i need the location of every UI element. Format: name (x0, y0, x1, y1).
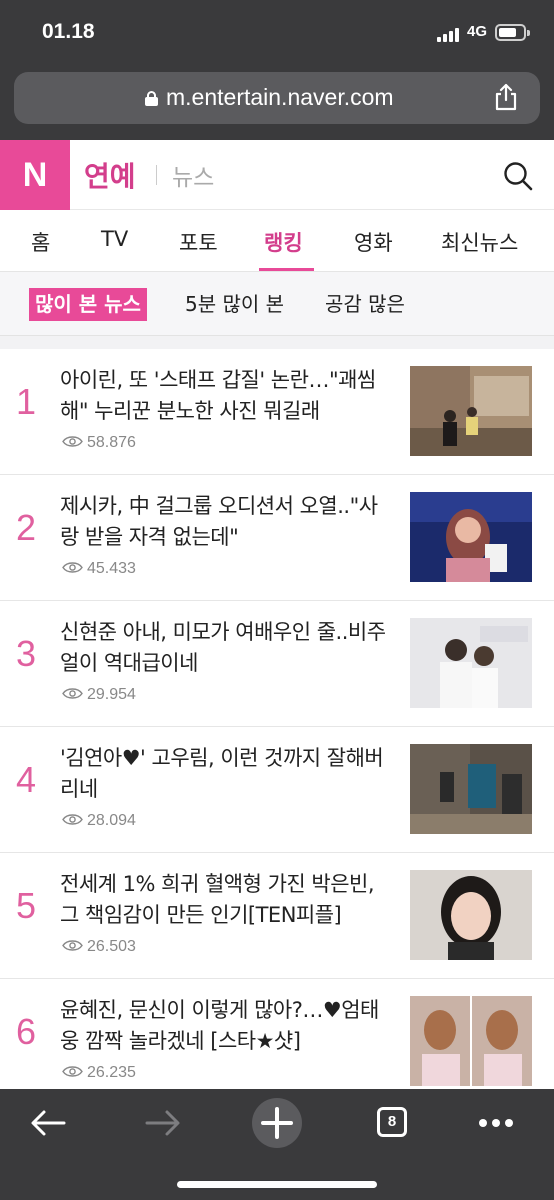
list-item[interactable]: 5 전세계 1% 희귀 혈액형 가진 박은빈, 그 책임감이 만든 인기[TEN… (0, 853, 554, 979)
article-title[interactable]: 신현준 아내, 미모가 여배우인 줄..비주얼이 역대급이네 (60, 617, 390, 679)
article-thumbnail[interactable] (410, 618, 532, 708)
eye-icon (62, 1066, 83, 1077)
filter-5min-most-viewed[interactable]: 5분 많이 본 (185, 288, 284, 321)
section-gap (0, 336, 554, 349)
thumbnail-photo (410, 744, 532, 834)
section-title[interactable]: 연예 (84, 155, 136, 195)
tab-tv[interactable]: TV (101, 227, 128, 251)
article-thumbnail[interactable] (410, 492, 532, 582)
view-count-value: 26.235 (87, 1064, 136, 1081)
eye-icon (62, 940, 83, 951)
naver-logo[interactable]: N (0, 140, 70, 210)
rank-number: 2 (16, 507, 37, 548)
share-icon[interactable] (493, 83, 519, 111)
site-header: N 연예 뉴스 (0, 140, 554, 210)
rank-number: 4 (16, 759, 37, 800)
article-title[interactable]: 아이린, 또 '스태프 갑질' 논란…"괘씸해" 누리꾼 분노한 사진 뭐길래 (60, 365, 390, 427)
filter-most-reactions[interactable]: 공감 많은 (325, 288, 405, 321)
article-thumbnail[interactable] (410, 366, 532, 456)
view-count-value: 29.954 (87, 686, 136, 703)
tab-latest-news[interactable]: 최신뉴스 (441, 227, 518, 257)
battery-icon (495, 24, 530, 41)
network-type: 4G (467, 23, 488, 40)
tab-home[interactable]: 홈 (31, 227, 50, 257)
view-count: 26.235 (62, 1064, 136, 1082)
tab-ranking[interactable]: 랭킹 (264, 227, 303, 257)
eye-icon (62, 688, 83, 699)
browser-toolbar: 8 (0, 1089, 554, 1200)
list-item[interactable]: 1 아이린, 또 '스태프 갑질' 논란…"괘씸해" 누리꾼 분노한 사진 뭐길… (0, 349, 554, 475)
eye-icon (62, 562, 83, 573)
category-tabs: 홈 TV 포토 랭킹 영화 최신뉴스 (0, 210, 554, 272)
tab-movie[interactable]: 영화 (354, 227, 393, 257)
ranking-filters: 많이 본 뉴스 5분 많이 본 공감 많은 (0, 272, 554, 336)
rank-number: 5 (16, 885, 37, 926)
subsection-title[interactable]: 뉴스 (172, 158, 214, 192)
article-thumbnail[interactable] (410, 744, 532, 834)
view-count-value: 58.876 (87, 434, 136, 451)
forward-arrow-icon[interactable] (137, 1101, 187, 1145)
view-count: 45.433 (62, 560, 136, 578)
lock-icon (145, 91, 158, 106)
view-count: 58.876 (62, 434, 136, 452)
article-title[interactable]: 윤혜진, 문신이 이렇게 많아?…♥엄태웅 깜짝 놀라겠네 [스타★샷] (60, 995, 390, 1057)
eye-icon (62, 436, 83, 447)
active-tab-indicator (259, 268, 314, 271)
home-indicator (177, 1181, 377, 1188)
list-item[interactable]: 3 신현준 아내, 미모가 여배우인 줄..비주얼이 역대급이네 29.954 (0, 601, 554, 727)
thumbnail-photo (410, 996, 532, 1086)
rank-number: 1 (16, 381, 37, 422)
ranking-list: 1 아이린, 또 '스태프 갑질' 논란…"괘씸해" 누리꾼 분노한 사진 뭐길… (0, 349, 554, 1089)
rank-number: 6 (16, 1011, 37, 1052)
article-thumbnail[interactable] (410, 996, 532, 1086)
view-count-value: 26.503 (87, 938, 136, 955)
list-item[interactable]: 4 '김연아♥' 고우림, 이런 것까지 잘해버리네 28.094 (0, 727, 554, 853)
list-item[interactable]: 6 윤혜진, 문신이 이렇게 많아?…♥엄태웅 깜짝 놀라겠네 [스타★샷] 2… (0, 979, 554, 1089)
article-title[interactable]: 제시카, 中 걸그룹 오디션서 오열.."사랑 받을 자격 없는데" (60, 491, 390, 553)
tab-count-button[interactable]: 8 (377, 1107, 407, 1137)
eye-icon (62, 814, 83, 825)
search-icon[interactable] (502, 160, 534, 192)
view-count: 26.503 (62, 938, 136, 956)
list-item[interactable]: 2 제시카, 中 걸그룹 오디션서 오열.."사랑 받을 자격 없는데" 45.… (0, 475, 554, 601)
tab-photo[interactable]: 포토 (179, 227, 218, 257)
new-tab-icon[interactable] (251, 1097, 303, 1149)
thumbnail-photo (410, 492, 532, 582)
rank-number: 3 (16, 633, 37, 674)
view-count: 28.094 (62, 812, 136, 830)
back-arrow-icon[interactable] (24, 1101, 74, 1145)
article-title[interactable]: 전세계 1% 희귀 혈액형 가진 박은빈, 그 책임감이 만든 인기[TEN피플… (60, 869, 390, 931)
article-thumbnail[interactable] (410, 870, 532, 960)
header-divider (156, 165, 157, 185)
article-title[interactable]: '김연아♥' 고우림, 이런 것까지 잘해버리네 (60, 743, 390, 805)
status-time: 01.18 (42, 20, 95, 43)
thumbnail-photo (410, 366, 532, 456)
view-count-value: 28.094 (87, 812, 136, 829)
more-icon[interactable] (471, 1101, 521, 1145)
thumbnail-photo (410, 870, 532, 960)
url-text: m.entertain.naver.com (166, 84, 394, 110)
filter-most-viewed[interactable]: 많이 본 뉴스 (29, 288, 147, 321)
browser-top-bar: 01.18 4G m.entertain.naver.com (0, 0, 554, 140)
thumbnail-photo (410, 618, 532, 708)
address-bar[interactable]: m.entertain.naver.com (14, 72, 540, 124)
signal-icon (437, 26, 461, 42)
view-count: 29.954 (62, 686, 136, 704)
status-bar: 01.18 4G (0, 0, 554, 66)
view-count-value: 45.433 (87, 560, 136, 577)
